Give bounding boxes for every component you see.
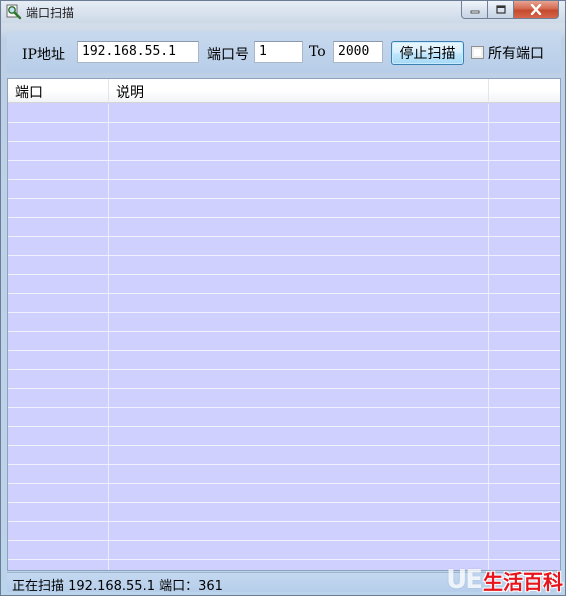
list-row-empty	[8, 408, 560, 427]
status-text: 正在扫描 192.168.55.1 端口：361	[12, 579, 223, 594]
minimize-icon	[470, 10, 479, 13]
list-row-empty	[8, 180, 560, 199]
watermark-text: 生活百科	[483, 569, 563, 594]
all-ports-checkbox[interactable]	[471, 46, 484, 59]
list-rows	[8, 104, 560, 560]
ip-address-input[interactable]: 192.168.55.1	[77, 41, 199, 63]
close-icon	[530, 4, 542, 15]
port-label: 端口号	[207, 47, 249, 63]
list-row-empty	[8, 199, 560, 218]
port-from-input[interactable]: 1	[254, 41, 303, 63]
ip-address-label: IP地址	[22, 47, 65, 63]
list-row-empty	[8, 313, 560, 332]
column-header-port[interactable]: 端口	[8, 79, 109, 103]
window-controls	[461, 1, 559, 20]
list-row-empty	[8, 389, 560, 408]
magnifier-icon	[6, 4, 22, 20]
all-ports-label[interactable]: 所有端口	[488, 43, 544, 63]
watermark-logo: UE	[446, 565, 483, 595]
port-scan-window: 端口扫描 IP地址 192.168.55.1 端口号 1 To 2000 停止扫…	[0, 0, 566, 596]
port-list-view[interactable]: 端口 说明	[7, 78, 561, 571]
list-row-empty	[8, 275, 560, 294]
list-row-empty	[8, 218, 560, 237]
list-row-empty	[8, 541, 560, 560]
minimize-button[interactable]	[461, 1, 488, 19]
list-row-empty	[8, 161, 560, 180]
maximize-icon	[495, 4, 506, 14]
to-label: To	[309, 44, 326, 60]
list-row-empty	[8, 237, 560, 256]
list-row-empty	[8, 503, 560, 522]
watermark: UE 生活百科	[446, 564, 563, 596]
list-row-empty	[8, 332, 560, 351]
list-row-empty	[8, 256, 560, 275]
port-to-input[interactable]: 2000	[333, 41, 383, 63]
list-row-empty	[8, 104, 560, 123]
list-row-empty	[8, 351, 560, 370]
list-row-empty	[8, 370, 560, 389]
list-row-empty	[8, 142, 560, 161]
column-header-blank[interactable]	[489, 79, 560, 103]
list-row-empty	[8, 465, 560, 484]
maximize-button[interactable]	[488, 1, 514, 19]
close-button[interactable]	[514, 1, 559, 19]
stop-scan-button[interactable]: 停止扫描	[391, 41, 464, 65]
list-row-empty	[8, 446, 560, 465]
list-row-empty	[8, 484, 560, 503]
list-row-empty	[8, 522, 560, 541]
list-row-empty	[8, 123, 560, 142]
list-header: 端口 说明	[8, 79, 560, 103]
list-row-empty	[8, 294, 560, 313]
column-header-description[interactable]: 说明	[109, 79, 489, 103]
title-bar[interactable]: 端口扫描	[1, 1, 565, 23]
list-row-empty	[8, 427, 560, 446]
window-title: 端口扫描	[26, 6, 75, 20]
